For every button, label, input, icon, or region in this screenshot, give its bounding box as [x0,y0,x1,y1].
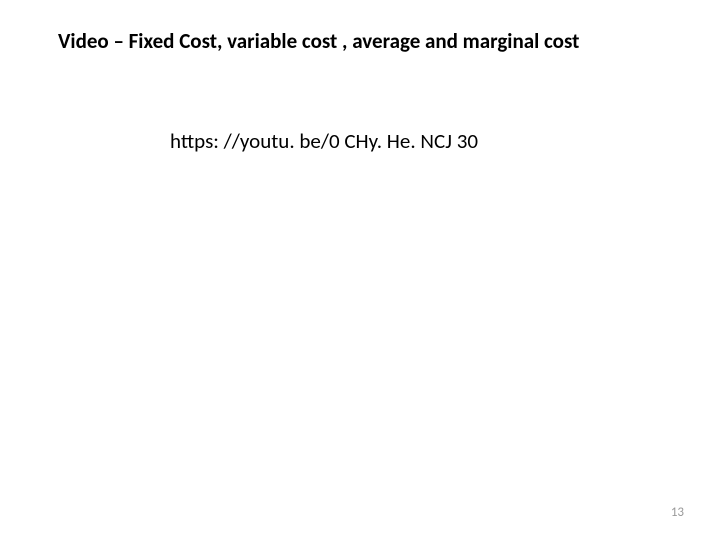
page-number: 13 [671,505,684,520]
video-link-text: https: //youtu. be/0 CHy. He. NCJ 30 [170,128,478,154]
slide-title: Video – Fixed Cost, variable cost , aver… [58,28,680,54]
